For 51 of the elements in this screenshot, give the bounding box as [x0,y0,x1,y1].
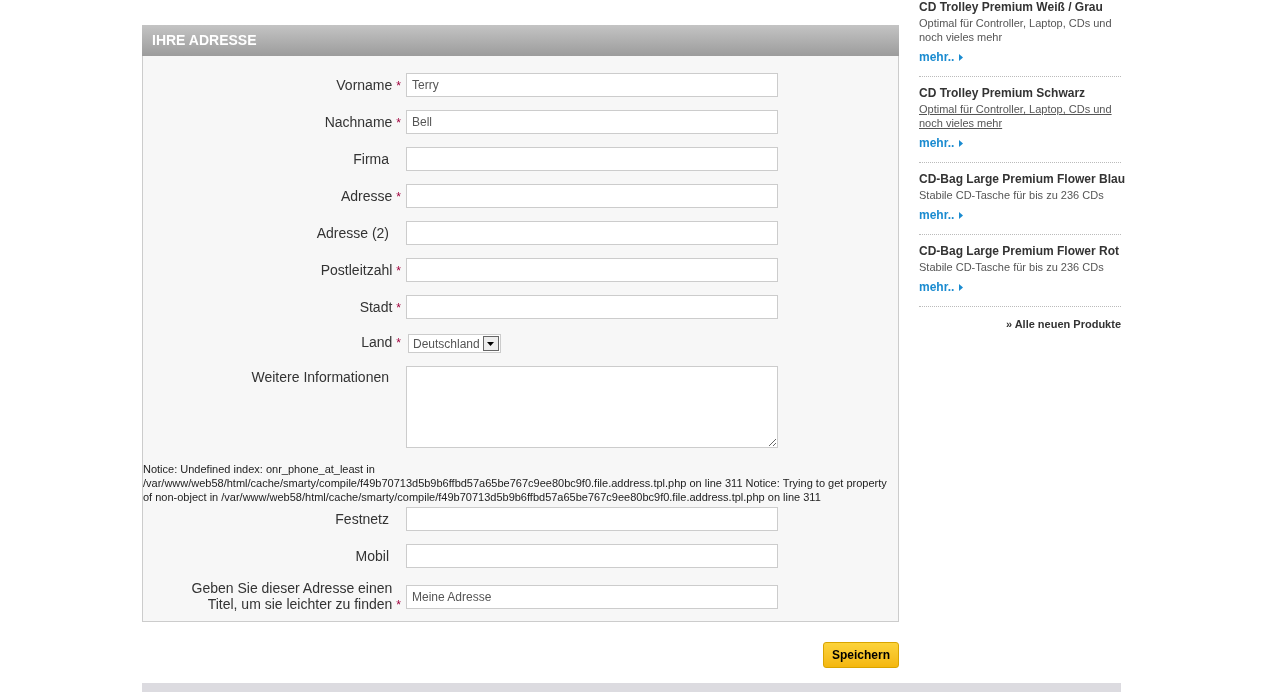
text-area[interactable] [406,366,778,448]
input-field[interactable]: Terry [406,73,778,97]
field-label: Adresse [340,187,393,204]
field-label: Vorname [336,76,393,93]
product-description[interactable]: Optimal für Controller, Laptop, CDs und noch vieles mehr [919,16,1121,44]
field-label: Adresse (2) [316,224,389,241]
input-field[interactable] [406,544,778,568]
required-asterisk: * [396,115,401,130]
error-notice: Notice: Undefined index: onr_phone_at_least in /var/www/web58/html/cache/smarty/compile/f49b70713d5b9b6ffbd57a65be767c9ee80bc9f0.file.address.tpl.php on line 311 Notice: Trying to get property of non-object in /var/www/web58/html/cache/smarty/compile/f49b70713d5b9b6ffbd57a65be767c9ee80bc9f0.file.address.tpl.php on line 311 [143,462,888,504]
product-title[interactable]: CD Trolley Premium Weiß / Grau [919,0,1121,15]
field-label: Geben Sie dieser Adresse einen Titel, um sie leichter zu finden [190,580,393,612]
product-title[interactable]: CD-Bag Large Premium Flower Rot [919,244,1121,259]
required-asterisk: * [396,300,401,315]
field-label: Weitere Informationen [251,368,389,385]
required-asterisk: * [396,598,401,612]
more-link[interactable]: mehr.. [919,280,964,295]
field-label: Nachname [324,113,393,130]
required-asterisk: * [396,263,401,278]
more-link[interactable]: mehr.. [919,208,964,223]
panel-title: IHRE ADRESSE [142,25,899,56]
input-field[interactable] [406,221,778,245]
product-description[interactable]: Optimal für Controller, Laptop, CDs und noch vieles mehr [919,102,1121,130]
input-field[interactable] [406,295,778,319]
all-products-link[interactable]: » Alle neuen Produkte [1005,316,1121,333]
input-field[interactable]: Bell [406,110,778,134]
required-asterisk: * [396,78,401,93]
more-link[interactable]: mehr.. [919,136,964,151]
input-field[interactable]: Meine Adresse [406,584,778,609]
more-link[interactable]: mehr.. [919,50,964,65]
field-label: Stadt [359,298,393,315]
arrow-right-icon [959,140,964,147]
field-label: Land [361,334,393,350]
input-field[interactable] [406,258,778,282]
arrow-right-icon [959,284,964,291]
arrow-right-icon [959,54,964,61]
field-label: Festnetz [335,510,389,527]
input-field[interactable] [406,184,778,208]
input-field[interactable] [406,507,778,531]
product-title[interactable]: CD Trolley Premium Schwarz [919,86,1121,101]
required-asterisk: * [396,336,401,350]
country-dropdown[interactable]: Deutschland [408,334,501,353]
field-label: Postleitzahl [320,261,393,278]
arrow-right-icon [959,212,964,219]
save-button[interactable]: Speichern [822,642,899,668]
field-label: Firma [353,150,389,167]
caret-icon [487,341,495,346]
required-asterisk: * [396,189,401,204]
product-description[interactable]: Stabile CD-Tasche für bis zu 236 CDs [919,260,1121,274]
field-label: Mobil [355,547,389,564]
product-description[interactable]: Stabile CD-Tasche für bis zu 236 CDs [919,188,1121,202]
input-field[interactable] [406,147,778,171]
